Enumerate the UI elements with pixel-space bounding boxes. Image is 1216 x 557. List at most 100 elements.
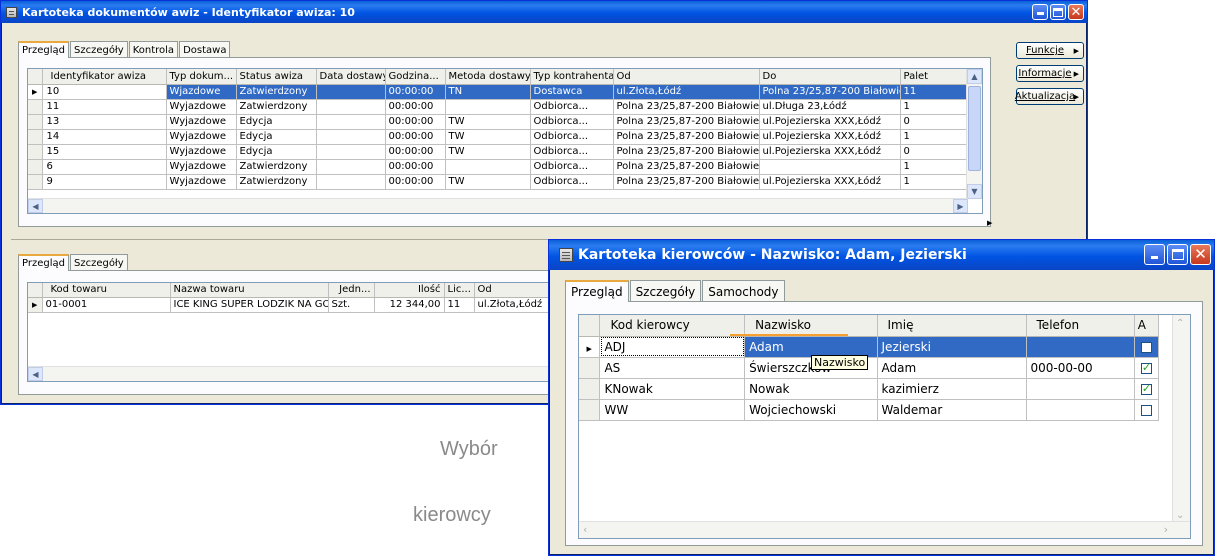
row-indicator-cell[interactable] <box>579 357 601 379</box>
scroll-right-icon[interactable]: › <box>1164 523 1168 536</box>
minimize-icon[interactable] <box>1032 4 1048 20</box>
scroll-thumb[interactable] <box>968 86 981 171</box>
row-indicator-cell[interactable] <box>28 114 43 130</box>
row-indicator-cell[interactable] <box>28 174 43 190</box>
towary-hscroll[interactable]: ◀ <box>28 366 626 381</box>
awiza-grid[interactable]: Identyfikator awiza Typ dokum... Status … <box>27 68 983 214</box>
cell-nazwisko: Wojciechowski <box>744 399 878 421</box>
col-do[interactable]: Do <box>759 69 901 85</box>
titlebar[interactable]: Kartoteka dokumentów awiz - Identyfikato… <box>1 1 1087 23</box>
col-telefon[interactable]: Telefon <box>1026 315 1135 337</box>
tab-przeglad-bottom[interactable]: Przegląd <box>18 254 69 271</box>
close-icon[interactable]: ✕ <box>1190 244 1211 265</box>
tab-samochody[interactable]: Samochody <box>702 280 785 302</box>
checkbox-unchecked[interactable] <box>1140 404 1152 416</box>
checkbox-checked[interactable] <box>1140 382 1152 395</box>
table-row[interactable]: KNowak Nowak kazimierz <box>579 378 1160 400</box>
tab-szczegoly-kierowcy[interactable]: Szczegóły <box>629 280 702 302</box>
cell-status: Zatwierdzony <box>236 174 317 190</box>
scroll-down-icon[interactable]: ▼ <box>967 184 982 199</box>
close-icon[interactable]: ✕ <box>1068 4 1084 20</box>
tab-szczegoly[interactable]: Szczegóły <box>69 41 128 58</box>
scroll-up-icon[interactable]: ▲ <box>967 69 982 84</box>
table-row[interactable]: AS Świerszczków Adam 000-00-00 <box>579 357 1160 379</box>
tab-dostawa[interactable]: Dostawa <box>179 41 231 58</box>
col-imie[interactable]: Imię <box>877 315 1027 337</box>
col-kod-kierowcy[interactable]: Kod kierowcy <box>599 315 746 337</box>
table-row[interactable]: 13 Wyjazdowe Edycja 00:00:00 TW Odbiorca... Po… <box>28 114 969 130</box>
table-row[interactable]: ▶ 10 Wjazdowe Zatwierdzony 00:00:00 TN Dostawc… <box>28 84 969 100</box>
awiza-hscroll[interactable]: ◀ ▶ <box>28 198 968 213</box>
cell-a[interactable] <box>1134 399 1160 421</box>
maximize-icon[interactable] <box>1167 244 1188 265</box>
table-row[interactable]: ▶ 01-0001 ICE KING SUPER LODZIK NA GO... Sz… <box>28 297 626 313</box>
aktualizacja-button[interactable]: Aktualizacja ▶ <box>1015 88 1084 105</box>
col-od[interactable]: Od <box>613 69 760 85</box>
col-liczba[interactable]: Lic... <box>444 283 475 298</box>
row-indicator-cell[interactable] <box>579 378 601 400</box>
table-row[interactable]: WW Wojciechowski Waldemar <box>579 399 1160 421</box>
table-row[interactable]: 11 Wyjazdowe Zatwierdzony 00:00:00 Odbiorca.… <box>28 99 969 115</box>
cell-do: ul.Długa 23,Łódź <box>759 99 901 115</box>
col-a[interactable]: A <box>1134 315 1160 337</box>
tab-szczegoly-bottom[interactable]: Szczegóły <box>69 254 128 271</box>
col-nazwisko[interactable]: Nazwisko <box>744 315 878 337</box>
tab-kontrola[interactable]: Kontrola <box>128 41 179 58</box>
col-nazwa-towaru[interactable]: Nazwa towaru <box>170 283 329 298</box>
col-kod-towaru[interactable]: Kod towaru <box>42 283 171 298</box>
row-indicator-cell[interactable] <box>28 144 43 160</box>
row-indicator-cell[interactable]: ▶ <box>28 297 43 313</box>
more-arrow-icon[interactable]: ▶ <box>987 219 992 227</box>
row-indicator-cell[interactable]: ▶ <box>579 336 601 358</box>
cell-identyfikator: 15 <box>42 144 167 160</box>
triangle-right-icon: ▶ <box>586 344 592 353</box>
minimize-icon[interactable] <box>1144 244 1165 265</box>
row-indicator-cell[interactable] <box>28 129 43 145</box>
cell-a[interactable] <box>1134 357 1160 379</box>
titlebar[interactable]: Kartoteka kierowców - Nazwisko: Adam, Je… <box>549 240 1214 270</box>
col-metoda[interactable]: Metoda dostawy <box>445 69 531 85</box>
cell-a[interactable] <box>1134 336 1160 358</box>
table-row[interactable]: ▶ ADJ Adam Jezierski <box>579 336 1160 358</box>
scroll-left-icon[interactable]: ◀ <box>28 367 43 381</box>
cell-typ-kontrahenta: Odbiorca... <box>530 159 614 175</box>
maximize-icon[interactable] <box>1050 4 1066 20</box>
informacje-button[interactable]: Informacje ▶ <box>1016 65 1084 82</box>
kierowcy-grid[interactable]: Kod kierowcy Nazwisko Imię Telefon A ▶ AD… <box>578 314 1191 539</box>
col-identyfikator[interactable]: Identyfikator awiza <box>42 69 167 85</box>
cell-imie: Waldemar <box>877 399 1027 421</box>
cell-palet: 0 <box>900 114 969 130</box>
checkbox-unchecked[interactable] <box>1140 341 1152 353</box>
scroll-down-icon[interactable]: ⌄ <box>1176 510 1184 521</box>
scroll-up-icon[interactable]: ⌃ <box>1176 318 1184 329</box>
tab-przeglad-kierowcy[interactable]: Przegląd <box>565 280 629 302</box>
row-indicator-cell[interactable]: ▶ <box>28 84 43 100</box>
cell-a[interactable] <box>1134 378 1160 400</box>
funkcje-button[interactable]: Funkcje ▶ <box>1016 42 1084 59</box>
table-row[interactable]: 9 Wyjazdowe Zatwierdzony 00:00:00 TW Odbiorca… <box>28 174 969 190</box>
scroll-right-icon[interactable]: ▶ <box>953 199 968 213</box>
col-ilosc[interactable]: Ilość <box>374 283 445 298</box>
checkbox-checked[interactable] <box>1140 361 1152 374</box>
col-godzina[interactable]: Godzina... <box>385 69 446 85</box>
kierowcy-vscroll[interactable]: ⌃ ⌄ <box>1172 315 1190 523</box>
awiza-vscroll[interactable]: ▲ ▼ <box>966 69 982 199</box>
col-jednostka[interactable]: Jedn... <box>328 283 375 298</box>
cell-nazwisko: Nowak <box>744 378 878 400</box>
col-typ-kontrahenta[interactable]: Typ kontrahenta <box>530 69 614 85</box>
table-row[interactable]: 6 Wyjazdowe Zatwierdzony 00:00:00 Odbiorca..… <box>28 159 969 175</box>
scroll-left-icon[interactable]: ◀ <box>28 199 43 213</box>
kierowcy-hscroll[interactable]: ‹ › <box>579 521 1190 538</box>
tab-przeglad[interactable]: Przegląd <box>18 41 69 58</box>
col-palet[interactable]: Palet <box>900 69 969 85</box>
table-row[interactable]: 15 Wyjazdowe Edycja 00:00:00 TW Odbiorca... Po… <box>28 144 969 160</box>
towary-grid[interactable]: Kod towaru Nazwa towaru Jedn... Ilość Li… <box>27 282 627 382</box>
col-data-dostawy[interactable]: Data dostawy <box>316 69 386 85</box>
row-indicator-cell[interactable] <box>579 399 601 421</box>
row-indicator-cell[interactable] <box>28 99 43 115</box>
scroll-left-icon[interactable]: ‹ <box>583 523 587 536</box>
table-row[interactable]: 14 Wyjazdowe Edycja 00:00:00 TW Odbiorca... Po… <box>28 129 969 145</box>
col-status[interactable]: Status awiza <box>236 69 317 85</box>
row-indicator-cell[interactable] <box>28 159 43 175</box>
col-typ-dokumentu[interactable]: Typ dokum... <box>166 69 237 85</box>
